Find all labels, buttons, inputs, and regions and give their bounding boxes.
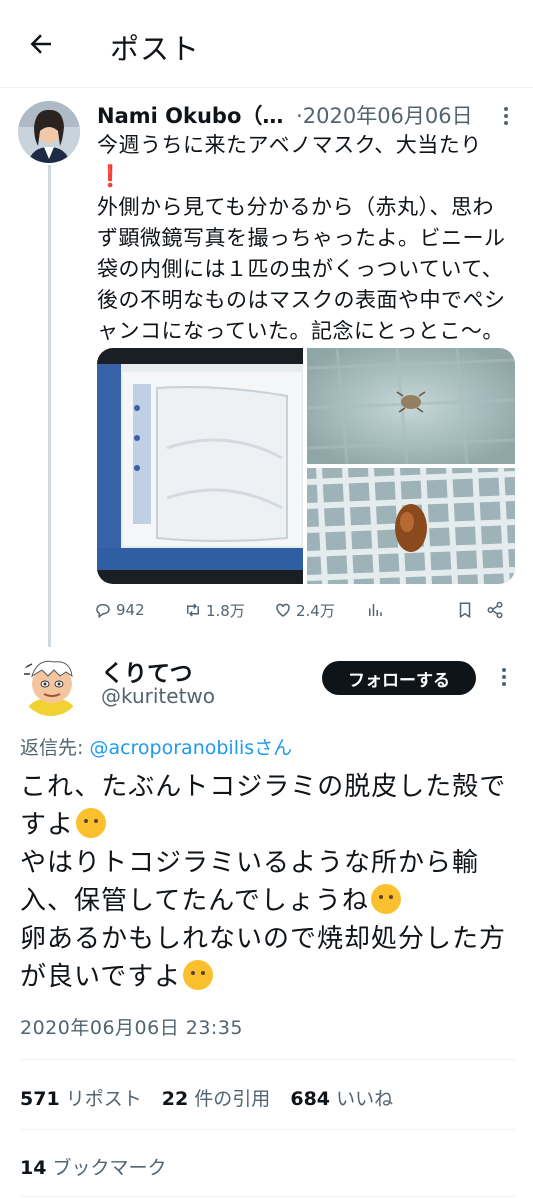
text-line: すよ	[20, 806, 520, 844]
back-arrow-icon	[30, 34, 51, 54]
tweet-action-bar: 942 1.8万 2.4万	[94, 597, 516, 623]
tweet-timestamp[interactable]: 2020年06月06日 23:35	[20, 1013, 243, 1040]
more-options-button[interactable]	[494, 664, 514, 690]
bookmark-icon	[459, 602, 471, 619]
share-icon	[487, 601, 503, 619]
more-icon	[504, 107, 508, 125]
worried-face-emoji-icon	[76, 808, 107, 838]
quoted-tweet-header: Nami Okubo（… ·2020年06月06日	[97, 100, 517, 130]
text-segment: すよ	[20, 810, 75, 840]
divider	[20, 1129, 515, 1130]
repost-button[interactable]: 1.8万	[184, 597, 245, 623]
quotes-stat[interactable]: 22 件の引用	[162, 1088, 271, 1110]
text-line: 卵あるかもしれないので焼却処分した方	[20, 924, 507, 954]
text-line: ず顕微鏡写真を撮っちゃったよ。ビニール	[97, 226, 506, 250]
tweet-date: ·2020年06月06日	[296, 104, 473, 128]
follow-button[interactable]: フォローする	[322, 661, 476, 695]
text-segment: が良いですよ	[20, 962, 182, 992]
bookmark-button[interactable]	[456, 597, 474, 623]
reposts-label: リポスト	[65, 1088, 142, 1110]
reply-prefix: 返信先:	[20, 737, 90, 759]
page-title: ポスト	[110, 32, 201, 66]
views-icon	[369, 604, 382, 616]
reply-button[interactable]: 942	[94, 597, 145, 623]
text-segment: 入、保管してたんでしょうね	[20, 886, 369, 916]
author-name[interactable]: Nami Okubo（…	[97, 104, 283, 128]
date-text: 2020年06月06日	[302, 104, 473, 128]
bookmarks-count: 14	[20, 1157, 47, 1179]
author-name[interactable]: くりてつ	[101, 654, 193, 688]
text-line: 袋の内側には１匹の虫がくっついていて、	[97, 257, 504, 281]
avatar[interactable]	[20, 654, 82, 716]
repost-icon	[187, 603, 199, 617]
microscope-photo-bottom[interactable]	[306, 467, 515, 584]
back-button[interactable]	[22, 24, 66, 64]
top-bar: ポスト	[0, 0, 533, 88]
reply-mention-link[interactable]: @acroporanobilisさん	[89, 737, 292, 759]
quotes-count: 22	[161, 1088, 189, 1110]
bookmarks-stat[interactable]: 14 ブックマーク	[20, 1153, 167, 1180]
repost-count: 1.8万	[206, 601, 245, 620]
text-line: 入、保管してたんでしょうね	[20, 882, 520, 920]
divider	[20, 1059, 515, 1060]
like-button[interactable]: 2.4万	[274, 597, 335, 623]
views-button[interactable]	[366, 597, 384, 623]
likes-label: いいね	[336, 1088, 394, 1110]
engagement-stats: 571 リポスト 22 件の引用 684 いいね	[20, 1084, 407, 1111]
reposts-stat[interactable]: 571 リポスト	[20, 1088, 142, 1110]
media-grid	[97, 348, 515, 584]
share-button[interactable]	[486, 597, 504, 623]
text-line: 外側から見ても分かるから（赤丸）、思わ	[97, 195, 494, 219]
reply-count: 942	[116, 601, 145, 619]
thread-line	[48, 165, 51, 647]
reposts-count: 571	[20, 1088, 60, 1110]
text-line: 後の不明なものはマスクの表面や中でペシ	[97, 288, 506, 312]
text-line: が良いですよ	[20, 958, 520, 996]
text-line: ャンコになっていた。記念にとっとこ〜。	[97, 319, 504, 343]
quoted-tweet-text: 今週うちに来たアベノマスク、大当たり ❗ 外側から見ても分かるから（赤丸）、思わ…	[97, 130, 517, 347]
reply-to-label: 返信先: @acroporanobilisさん	[20, 733, 292, 760]
exclamation-emoji: ❗	[97, 164, 124, 188]
like-icon	[276, 603, 290, 617]
quotes-label: 件の引用	[194, 1088, 271, 1110]
avatar[interactable]	[18, 101, 80, 163]
microscope-photo-top[interactable]	[306, 348, 515, 465]
reply-icon	[96, 604, 110, 619]
text-line: 今週うちに来たアベノマスク、大当たり	[97, 133, 482, 157]
likes-stat[interactable]: 684 いいね	[290, 1088, 393, 1110]
text-line: やはりトコジラミいるような所から輸	[20, 848, 480, 878]
mask-package-photo[interactable]	[97, 348, 303, 584]
grinning-sweat-emoji-icon	[183, 960, 214, 990]
bookmarks-label: ブックマーク	[52, 1157, 167, 1179]
reply-tweet-text: これ、たぶんトコジラミの脱皮した殻で すよ やはりトコジラミいるような所から輸 …	[20, 768, 520, 996]
author-handle[interactable]: @kuritetwo	[101, 684, 215, 708]
more-icon	[502, 668, 506, 686]
separator: ·	[296, 104, 303, 128]
more-options-button[interactable]	[496, 104, 516, 128]
text-line: これ、たぶんトコジラミの脱皮した殻で	[20, 772, 507, 802]
like-count: 2.4万	[296, 601, 335, 620]
likes-count: 684	[290, 1088, 331, 1110]
divider	[20, 1196, 515, 1197]
downcast-sweat-emoji-icon	[370, 884, 401, 914]
